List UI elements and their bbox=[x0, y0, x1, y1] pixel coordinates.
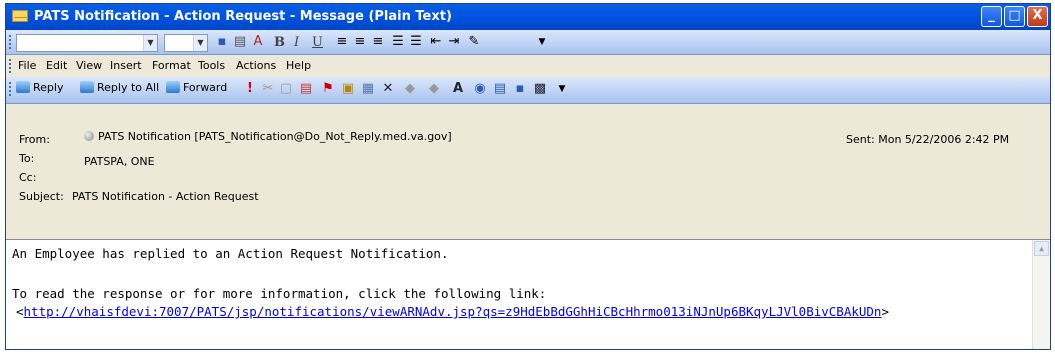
body-link-line: <http://vhaisfdevi:7007/PATS/jsp/notific… bbox=[16, 304, 889, 319]
envelope-icon bbox=[12, 10, 28, 22]
save-icon[interactable]: ▪ bbox=[214, 34, 230, 50]
print-icon[interactable]: ▤ bbox=[232, 34, 248, 50]
rules-icon[interactable]: ▤ bbox=[492, 81, 508, 97]
to-value[interactable]: PATSPA, ONE bbox=[84, 155, 155, 168]
align-left-icon[interactable]: ≡ bbox=[334, 34, 350, 50]
menu-help[interactable]: Help bbox=[286, 59, 311, 72]
from-label: From: bbox=[19, 133, 50, 146]
chevron-down-icon[interactable]: ▼ bbox=[193, 35, 207, 51]
menu-grip[interactable] bbox=[9, 59, 14, 73]
subject-label: Subject: bbox=[19, 190, 64, 203]
flag-icon[interactable]: ⚑ bbox=[320, 81, 336, 97]
reply-button[interactable]: Reply bbox=[16, 81, 63, 94]
response-link[interactable]: http://vhaisfdevi:7007/PATS/jsp/notifica… bbox=[24, 304, 882, 319]
close-button[interactable]: X bbox=[1027, 6, 1048, 27]
forward-button[interactable]: Forward bbox=[166, 81, 227, 94]
to-label: To: bbox=[19, 152, 35, 165]
subject-value: PATS Notification - Action Request bbox=[72, 190, 259, 203]
menu-edit[interactable]: Edit bbox=[46, 59, 67, 72]
actions-toolbar: Reply Reply to All Forward ! ✂ ▢ ▤ ⚑ ▣ ▦… bbox=[6, 77, 1050, 104]
forward-icon bbox=[166, 81, 180, 93]
link-open-bracket: < bbox=[16, 304, 24, 319]
reply-all-label: Reply to All bbox=[97, 81, 160, 94]
bold-button[interactable]: B bbox=[274, 35, 285, 50]
maximize-button[interactable]: □ bbox=[1004, 6, 1025, 27]
numbered-list-icon[interactable]: ☰ bbox=[390, 34, 406, 50]
menu-tools[interactable]: Tools bbox=[198, 59, 225, 72]
window-title: PATS Notification - Action Request - Mes… bbox=[34, 9, 452, 24]
align-center-icon[interactable]: ≡ bbox=[352, 34, 368, 50]
vertical-scrollbar[interactable]: ▲ bbox=[1032, 240, 1050, 349]
menu-format[interactable]: Format bbox=[152, 59, 191, 72]
assistant-icon[interactable]: ▩ bbox=[532, 81, 548, 97]
increase-indent-icon[interactable]: ⇥ bbox=[446, 34, 462, 50]
sent-value: Sent: Mon 5/22/2006 2:42 PM bbox=[846, 133, 1010, 146]
scroll-up-icon[interactable]: ▲ bbox=[1034, 241, 1049, 256]
minimize-button[interactable]: _ bbox=[981, 6, 1002, 27]
underline-button[interactable]: U bbox=[312, 35, 323, 50]
toolbar-grip[interactable] bbox=[9, 82, 14, 96]
font-size-combo[interactable]: ▼ bbox=[164, 34, 208, 52]
italic-button[interactable]: I bbox=[294, 35, 299, 50]
menu-actions[interactable]: Actions bbox=[236, 59, 276, 72]
from-value: PATS Notification [PATS_Notification@Do_… bbox=[98, 130, 452, 143]
toolbar-grip[interactable] bbox=[9, 35, 14, 49]
decrease-indent-icon[interactable]: ⇤ bbox=[428, 34, 444, 50]
style-combo[interactable]: ▼ bbox=[16, 34, 158, 52]
move-icon[interactable]: ▤ bbox=[298, 81, 314, 97]
toolbar-options-icon[interactable]: ▼ bbox=[534, 34, 550, 50]
menu-file[interactable]: File bbox=[18, 59, 36, 72]
importance-icon[interactable]: ! bbox=[242, 81, 258, 97]
highlight-icon[interactable]: ✎ bbox=[466, 34, 482, 50]
formatting-toolbar: ▼ ▼ ▪ ▤ A B I U ≡ ≡ ≡ ☰ ☰ ⇤ ⇥ ✎ ▼ bbox=[6, 30, 1050, 55]
address-book-icon[interactable]: ▣ bbox=[340, 81, 356, 97]
font-color-icon[interactable]: A bbox=[250, 34, 266, 50]
body-line-1: An Employee has replied to an Action Req… bbox=[12, 246, 449, 261]
menu-view[interactable]: View bbox=[76, 59, 102, 72]
reply-all-button[interactable]: Reply to All bbox=[80, 81, 159, 94]
copy-icon[interactable]: ▢ bbox=[278, 81, 294, 97]
forward-label: Forward bbox=[183, 81, 228, 94]
message-body[interactable]: An Employee has replied to an Action Req… bbox=[6, 239, 1050, 349]
align-right-icon[interactable]: ≡ bbox=[370, 34, 386, 50]
previous-item-icon[interactable]: ◆ bbox=[402, 81, 418, 97]
cc-label: Cc: bbox=[19, 171, 37, 184]
help-icon[interactable]: ◉ bbox=[472, 81, 488, 97]
menu-bar: File Edit View Insert Format Tools Actio… bbox=[6, 55, 1050, 77]
from-field[interactable]: PATS Notification [PATS_Notification@Do_… bbox=[84, 130, 452, 143]
bullet-list-icon[interactable]: ☰ bbox=[408, 34, 424, 50]
cut-icon[interactable]: ✂ bbox=[260, 81, 276, 97]
message-window: PATS Notification - Action Request - Mes… bbox=[5, 3, 1051, 350]
options-icon[interactable]: ▪ bbox=[512, 81, 528, 97]
chevron-down-icon[interactable]: ▼ bbox=[143, 35, 157, 51]
menu-insert[interactable]: Insert bbox=[110, 59, 142, 72]
reply-icon bbox=[16, 81, 30, 93]
reply-label: Reply bbox=[33, 81, 64, 94]
font-size-icon[interactable]: A bbox=[450, 81, 466, 97]
body-line-2: To read the response or for more informa… bbox=[12, 286, 547, 301]
title-bar[interactable]: PATS Notification - Action Request - Mes… bbox=[6, 4, 1050, 30]
presence-icon bbox=[84, 131, 94, 141]
toolbar-options-icon[interactable]: ▼ bbox=[554, 81, 570, 97]
reply-all-icon bbox=[80, 81, 94, 93]
link-close-bracket: > bbox=[881, 304, 889, 319]
delete-icon[interactable]: ✕ bbox=[380, 81, 396, 97]
next-item-icon[interactable]: ◆ bbox=[426, 81, 442, 97]
message-header: From: PATS Notification [PATS_Notificati… bbox=[6, 106, 1050, 234]
categorize-icon[interactable]: ▦ bbox=[360, 81, 376, 97]
